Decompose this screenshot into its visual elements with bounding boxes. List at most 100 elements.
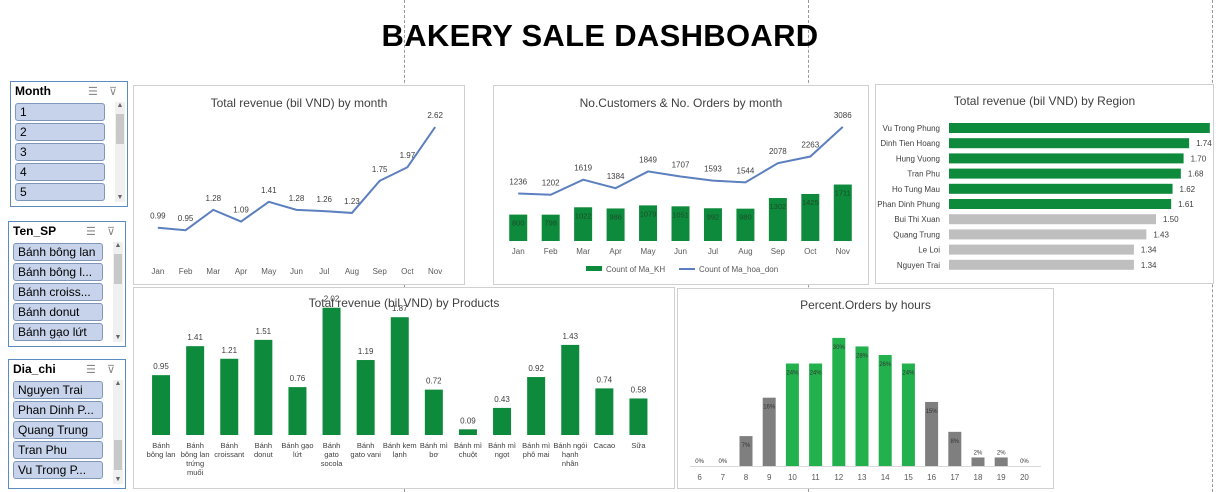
bar-value-label: 1.34 xyxy=(1141,261,1157,270)
scrollbar-thumb[interactable] xyxy=(116,114,124,144)
x-tick-label: 13 xyxy=(858,473,867,482)
scrollbar[interactable]: ▲ ▼ xyxy=(113,242,123,342)
x-tick-label: Bánh mì xyxy=(420,441,448,450)
slicer-item[interactable]: 5 xyxy=(15,183,105,201)
slicer-item[interactable]: Bánh bông lan xyxy=(13,243,103,261)
bar-value-label: 16% xyxy=(763,405,776,411)
x-tick-label: Aug xyxy=(738,247,752,256)
bar-value-label: 1425 xyxy=(802,198,819,207)
chart-percent-orders-by-hours[interactable]: Percent.Orders by hours 0% 6 0% 7 7% 8 16% 9 24%… xyxy=(677,288,1054,489)
bar-value-label: 24% xyxy=(786,371,799,377)
slicer-item[interactable]: Nguyen Trai xyxy=(13,381,103,399)
slicer-item[interactable]: 2 xyxy=(15,123,105,141)
bar-value-label: 1.19 xyxy=(358,347,374,356)
slicer-item[interactable]: Bánh croiss... xyxy=(13,283,103,301)
slicer-item[interactable]: Quang Trung xyxy=(13,421,103,439)
data-label: 0.99 xyxy=(150,212,166,221)
slicer-item[interactable]: Bánh gạo lứt xyxy=(13,323,103,341)
chart-revenue-by-region[interactable]: Total revenue (bil VND) by Region Vu Tro… xyxy=(875,84,1214,284)
legend-label: Count of Ma_KH xyxy=(606,265,665,274)
slicer-product[interactable]: Ten_SP ☰ ⊽ Bánh bông lan Bánh bông l... … xyxy=(8,221,126,347)
slicer-item[interactable]: Bánh bông l... xyxy=(13,263,103,281)
data-label: 1.26 xyxy=(316,195,332,204)
x-tick-label: Apr xyxy=(609,247,622,256)
line-value-label: 2263 xyxy=(801,141,819,150)
bar-value-label: 2.02 xyxy=(324,295,340,304)
x-tick-label: May xyxy=(640,247,655,256)
bar xyxy=(785,363,799,466)
x-tick-label: 6 xyxy=(697,473,702,482)
x-tick-label: 14 xyxy=(881,473,890,482)
bar-value-label: 24% xyxy=(810,371,823,377)
bar-value-label: 2% xyxy=(997,450,1006,456)
bar-value-label: 0.72 xyxy=(426,377,442,386)
slicer-item[interactable]: Vu Trong P... xyxy=(13,461,103,479)
data-label: 1.23 xyxy=(344,197,360,206)
bar-value-label: 15% xyxy=(926,409,939,415)
scroll-down-icon[interactable]: ▼ xyxy=(113,476,123,484)
slicer-address[interactable]: Dia_chi ☰ ⊽ Nguyen Trai Phan Dinh P... Q… xyxy=(8,359,126,489)
bar xyxy=(322,307,341,435)
x-tick-label: Sep xyxy=(771,247,786,256)
bar xyxy=(220,358,239,435)
x-tick-label: Apr xyxy=(235,267,248,276)
x-tick-label: Sep xyxy=(373,267,388,276)
x-tick-label: muối xyxy=(187,468,204,477)
multi-select-icon[interactable]: ☰ ⊽ xyxy=(86,363,119,376)
line-value-label: 1236 xyxy=(509,178,527,187)
scrollbar-thumb[interactable] xyxy=(114,254,122,284)
x-tick-label: ngọt xyxy=(495,450,511,459)
chart-revenue-by-month[interactable]: Total revenue (bil VND) by month 0.99 Jan… xyxy=(133,85,465,285)
x-tick-label: Nov xyxy=(836,247,850,256)
bar-value-label: 1.68 xyxy=(1188,170,1204,179)
x-tick-label: 15 xyxy=(904,473,913,482)
scroll-down-icon[interactable]: ▼ xyxy=(113,334,123,342)
scroll-up-icon[interactable]: ▲ xyxy=(115,102,125,110)
data-label: 1.41 xyxy=(261,186,277,195)
x-tick-label: Bánh ngói xyxy=(553,441,587,450)
chart-revenue-by-products[interactable]: Total revenue (bil VND) by Products 0.95… xyxy=(133,287,675,489)
scrollbar[interactable]: ▲ ▼ xyxy=(113,380,123,484)
slicer-item[interactable]: 3 xyxy=(15,143,105,161)
slicer-item[interactable]: Bánh donut xyxy=(13,303,103,321)
scrollbar-thumb[interactable] xyxy=(114,440,122,470)
bar xyxy=(832,337,846,466)
x-tick-label: Bánh mì xyxy=(488,441,516,450)
bar xyxy=(595,388,614,435)
slicer-item[interactable]: Phan Dinh P... xyxy=(13,401,103,419)
slicer-item[interactable]: 1 xyxy=(15,103,105,121)
scroll-up-icon[interactable]: ▲ xyxy=(113,242,123,250)
bar-value-label: 1.62 xyxy=(1180,185,1196,194)
slicer-item[interactable]: Tran Phu xyxy=(13,441,103,459)
scroll-up-icon[interactable]: ▲ xyxy=(113,380,123,388)
x-tick-label: bông lan xyxy=(147,450,176,459)
x-tick-label: 7 xyxy=(721,473,726,482)
multi-select-icon[interactable]: ☰ ⊽ xyxy=(86,225,119,238)
x-tick-label: Mar xyxy=(576,247,590,256)
data-label: 0.95 xyxy=(178,214,194,223)
bar-value-label: 1.50 xyxy=(1163,215,1179,224)
line-value-label: 1619 xyxy=(574,164,592,173)
multi-select-icon[interactable]: ☰ ⊽ xyxy=(88,85,121,98)
bar-value-label: 0.09 xyxy=(460,416,476,425)
x-tick-label: 10 xyxy=(788,473,797,482)
bar-value-label: 2% xyxy=(974,450,983,456)
bar-value-label: 8% xyxy=(950,439,959,445)
bar xyxy=(356,360,375,435)
bar-value-label: 1022 xyxy=(575,211,592,220)
y-tick-label: Dinh Tien Hoang xyxy=(880,139,940,148)
scroll-down-icon[interactable]: ▼ xyxy=(115,194,125,202)
bar xyxy=(739,436,753,466)
bar-value-label: 0.76 xyxy=(290,374,306,383)
slicer-month[interactable]: Month ☰ ⊽ 1 2 3 4 5 ▲ ▼ xyxy=(10,81,128,207)
y-tick-label: Nguyen Trai xyxy=(897,261,940,270)
bar xyxy=(949,153,1184,164)
bar-value-label: 30% xyxy=(833,345,846,351)
scrollbar[interactable]: ▲ ▼ xyxy=(115,102,125,202)
x-tick-label: Bánh xyxy=(220,441,238,450)
slicer-item[interactable]: 4 xyxy=(15,163,105,181)
chart-customers-orders-by-month[interactable]: No.Customers & No. Orders by month 800 Ja… xyxy=(493,85,869,285)
x-tick-label: Oct xyxy=(804,247,817,256)
bar xyxy=(527,377,546,435)
bar xyxy=(855,346,869,466)
